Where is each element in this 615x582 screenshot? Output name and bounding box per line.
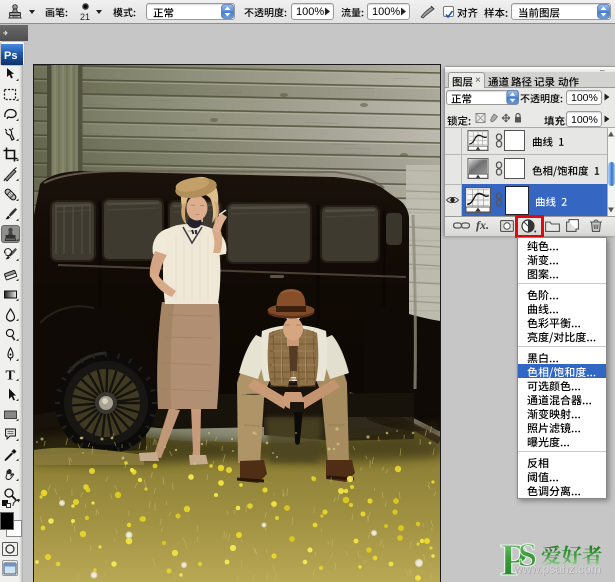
svg-text:Ps: Ps	[4, 50, 17, 62]
svg-text:T: T	[6, 369, 16, 384]
